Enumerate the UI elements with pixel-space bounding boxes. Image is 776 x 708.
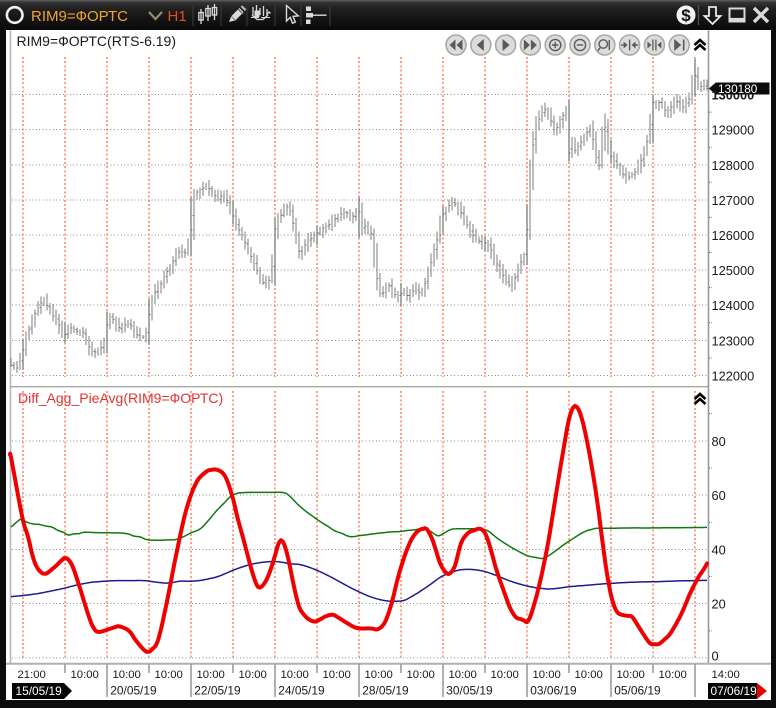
svg-text:10:00: 10:00 bbox=[575, 669, 603, 681]
svg-text:10:00: 10:00 bbox=[365, 669, 393, 681]
svg-text:03/06/19: 03/06/19 bbox=[530, 684, 577, 698]
svg-text:10:00: 10:00 bbox=[281, 669, 309, 681]
svg-text:10:00: 10:00 bbox=[71, 669, 99, 681]
svg-text:10:00: 10:00 bbox=[323, 669, 351, 681]
svg-text:RIM9=ФОРТС: RIM9=ФОРТС bbox=[31, 8, 128, 25]
svg-text:124000: 124000 bbox=[712, 298, 755, 313]
svg-text:28/05/19: 28/05/19 bbox=[362, 684, 409, 698]
svg-text:10:00: 10:00 bbox=[155, 669, 183, 681]
svg-text:123000: 123000 bbox=[712, 333, 755, 348]
svg-text:05/06/19: 05/06/19 bbox=[614, 684, 661, 698]
svg-text:130180: 130180 bbox=[718, 82, 758, 96]
svg-text:30/05/19: 30/05/19 bbox=[446, 684, 493, 698]
svg-text:10:00: 10:00 bbox=[533, 669, 561, 681]
svg-text:128000: 128000 bbox=[712, 158, 755, 173]
svg-text:129000: 129000 bbox=[712, 123, 755, 138]
svg-text:$: $ bbox=[681, 6, 691, 25]
svg-text:60: 60 bbox=[712, 488, 726, 503]
svg-text:10:00: 10:00 bbox=[491, 669, 519, 681]
svg-text:10:00: 10:00 bbox=[113, 669, 141, 681]
svg-text:10:00: 10:00 bbox=[407, 669, 435, 681]
svg-text:122000: 122000 bbox=[712, 368, 755, 383]
svg-text:14:00: 14:00 bbox=[712, 669, 740, 681]
svg-text:10:00: 10:00 bbox=[659, 669, 687, 681]
svg-text:21:00: 21:00 bbox=[18, 669, 46, 681]
svg-text:80: 80 bbox=[712, 434, 726, 449]
svg-text:24/05/19: 24/05/19 bbox=[278, 684, 325, 698]
svg-text:20/05/19: 20/05/19 bbox=[110, 684, 157, 698]
svg-text:15/05/19: 15/05/19 bbox=[16, 684, 63, 698]
svg-text:Diff_Agg_PieAvg(RIM9=ФОРТС): Diff_Agg_PieAvg(RIM9=ФОРТС) bbox=[18, 390, 223, 406]
svg-text:10:00: 10:00 bbox=[197, 669, 225, 681]
svg-text:40: 40 bbox=[712, 542, 726, 557]
svg-text:127000: 127000 bbox=[712, 193, 755, 208]
svg-text:10:00: 10:00 bbox=[239, 669, 267, 681]
svg-text:RIM9=ФОРТС(RTS-6.19): RIM9=ФОРТС(RTS-6.19) bbox=[17, 33, 177, 49]
svg-text:125000: 125000 bbox=[712, 263, 755, 278]
svg-text:10:00: 10:00 bbox=[617, 669, 645, 681]
svg-text:H1: H1 bbox=[168, 8, 187, 25]
svg-text:22/05/19: 22/05/19 bbox=[194, 684, 241, 698]
svg-text:07/06/19: 07/06/19 bbox=[711, 684, 758, 698]
svg-text:10:00: 10:00 bbox=[449, 669, 477, 681]
svg-text:20: 20 bbox=[712, 597, 726, 612]
svg-text:0: 0 bbox=[712, 649, 719, 664]
svg-text:126000: 126000 bbox=[712, 228, 755, 243]
